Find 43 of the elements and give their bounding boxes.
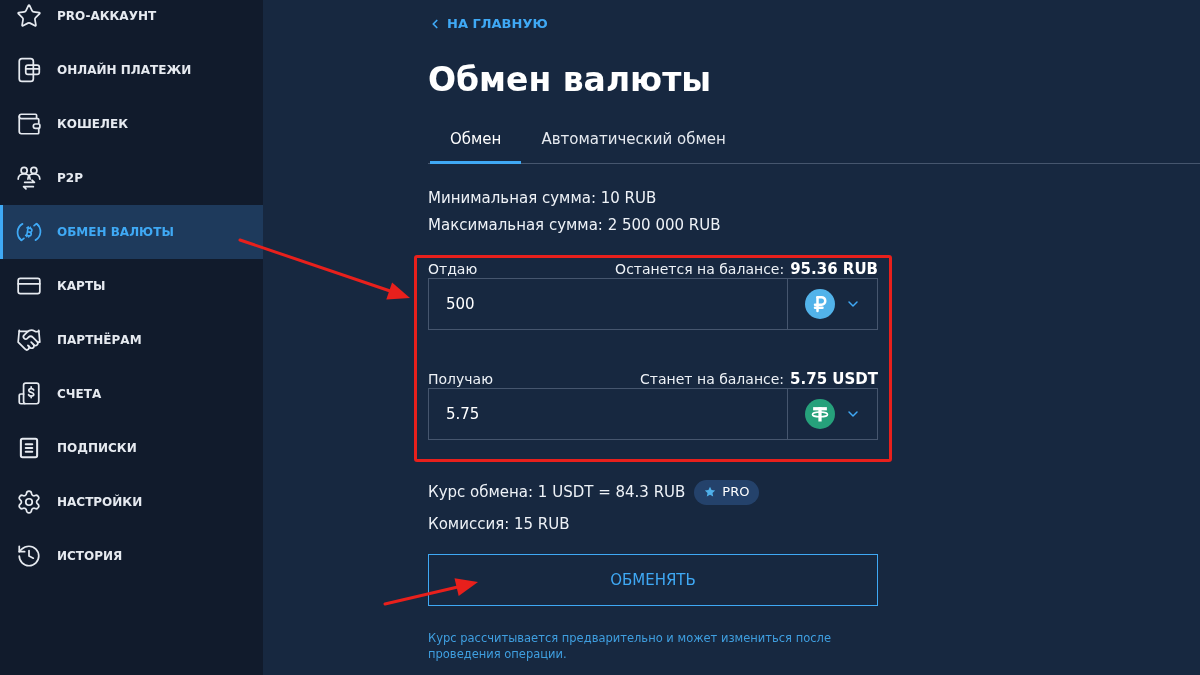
star-icon	[704, 486, 717, 498]
amount-input[interactable]: 5.75	[428, 388, 787, 440]
invoice-icon	[16, 381, 42, 407]
currency-select[interactable]	[787, 278, 878, 330]
field-label: Отдаю	[428, 259, 478, 279]
sidebar-item[interactable]: P2P	[0, 151, 263, 205]
sidebar-item[interactable]: ИСТОРИЯ	[0, 529, 263, 583]
rate-note: Курс рассчитывается предварительно и может измениться после проведения операции.	[428, 630, 832, 662]
balance-value: 5.75 USDT	[790, 368, 878, 390]
history-icon	[16, 543, 42, 569]
balance-label: Останется на балансе:	[615, 259, 785, 279]
wallet-icon	[16, 111, 42, 137]
sidebar-item[interactable]: PRO-АККАУНТ	[0, 0, 263, 43]
tether-coin-icon	[804, 399, 835, 429]
sidebar-item[interactable]: СЧЕТА	[0, 367, 263, 421]
sidebar-item[interactable]: НАСТРОЙКИ	[0, 475, 263, 529]
tab[interactable]: Автоматический обмен	[521, 116, 746, 164]
amount-input[interactable]: 500	[428, 278, 787, 330]
sidebar-item[interactable]: КАРТЫ	[0, 259, 263, 313]
sidebar-item[interactable]: ПАРТНЁРАМ	[0, 313, 263, 367]
sidebar-item[interactable]: ОНЛАЙН ПЛАТЕЖИ	[0, 43, 263, 97]
rate-text: Курс обмена: 1 USDT = 84.3 RUB	[428, 481, 686, 503]
ruble-coin-icon	[804, 289, 835, 319]
tab[interactable]: Обмен	[430, 116, 522, 164]
balance-value: 95.36 RUB	[790, 258, 878, 280]
sidebar-item[interactable]: ПОДПИСКИ	[0, 421, 263, 475]
page-title: Обмен валюты	[428, 60, 712, 100]
limit-text: Минимальная сумма: 10 RUB	[428, 188, 657, 209]
sidebar-item[interactable]: КОШЕЛЕК	[0, 97, 263, 151]
star-icon	[16, 3, 42, 29]
handshake-icon	[16, 327, 42, 353]
settings-icon	[16, 489, 42, 515]
people-swap-icon	[16, 165, 42, 191]
exchange-button[interactable]: ОБМЕНЯТЬ	[428, 554, 878, 606]
currency-select[interactable]	[787, 388, 878, 440]
commission-text: Комиссия: 15 RUB	[428, 514, 570, 535]
sidebar-item[interactable]: ОБМЕН ВАЛЮТЫ	[0, 205, 263, 259]
balance-label: Станет на балансе:	[640, 369, 785, 389]
back-link[interactable]: НА ГЛАВНУЮ	[428, 15, 548, 33]
phone-card-icon	[16, 57, 42, 83]
badge-text: PRO	[722, 483, 750, 502]
field-label: Получаю	[428, 369, 493, 389]
limit-text: Максимальная сумма: 2 500 000 RUB	[428, 215, 721, 236]
